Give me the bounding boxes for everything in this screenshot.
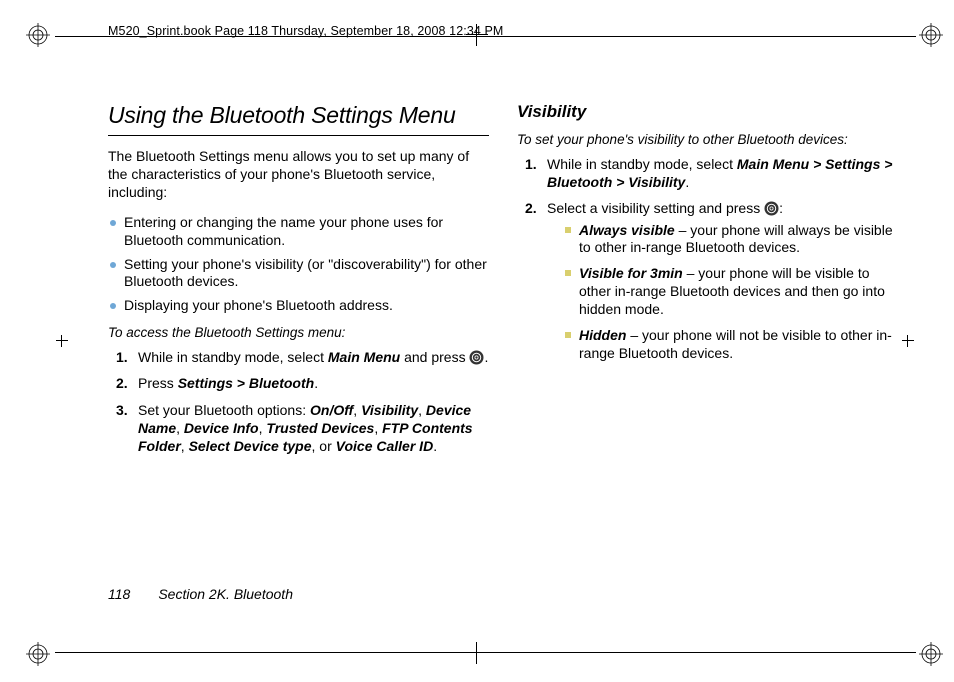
visibility-options: Always visible – your phone will always … xyxy=(565,222,898,363)
step-item: While in standby mode, select Main Menu … xyxy=(116,348,489,366)
step-item: Set your Bluetooth options: On/Off, Visi… xyxy=(116,401,489,456)
option-name: Always visible xyxy=(579,222,675,238)
tick-mark-icon xyxy=(902,335,914,347)
ui-option: Device Info xyxy=(184,420,259,436)
step-text: . xyxy=(484,349,488,365)
page-content: Using the Bluetooth Settings Menu The Bl… xyxy=(108,92,898,602)
book-header: M520_Sprint.book Page 118 Thursday, Sept… xyxy=(108,24,503,38)
page-number: 118 xyxy=(108,586,130,602)
tick-mark-icon xyxy=(56,335,68,347)
option-item: Hidden – your phone will not be visible … xyxy=(565,327,898,363)
left-column: Using the Bluetooth Settings Menu The Bl… xyxy=(108,92,489,465)
intro-paragraph: The Bluetooth Settings menu allows you t… xyxy=(108,148,489,202)
option-desc: – your phone will not be visible to othe… xyxy=(579,327,892,361)
ui-option: Select Device type xyxy=(189,438,312,454)
step-text: . xyxy=(685,174,689,190)
step-text: : xyxy=(779,200,783,216)
bullet-item: Setting your phone's visibility (or "dis… xyxy=(108,256,489,292)
steps-list: While in standby mode, select Main Menu … xyxy=(525,155,898,363)
registration-mark-icon xyxy=(919,23,943,47)
registration-mark-icon xyxy=(26,642,50,666)
step-text: and press xyxy=(400,349,469,365)
steps-list: While in standby mode, select Main Menu … xyxy=(116,348,489,455)
step-item: Select a visibility setting and press : … xyxy=(525,199,898,363)
ui-option: On/Off xyxy=(310,402,353,418)
registration-mark-icon xyxy=(26,23,50,47)
step-item: While in standby mode, select Main Menu … xyxy=(525,155,898,191)
registration-mark-icon xyxy=(919,642,943,666)
ok-button-icon xyxy=(764,201,779,216)
feature-bullets: Entering or changing the name your phone… xyxy=(108,214,489,316)
ui-option: Trusted Devices xyxy=(266,420,374,436)
step-item: Press Settings > Bluetooth. xyxy=(116,374,489,392)
option-name: Visible for 3min xyxy=(579,265,683,281)
page-footer: 118 Section 2K. Bluetooth xyxy=(108,586,293,602)
option-item: Visible for 3min – your phone will be vi… xyxy=(565,265,898,319)
section-label: Section 2K. Bluetooth xyxy=(158,586,293,602)
step-text: Set your Bluetooth options: xyxy=(138,402,310,418)
step-text: , or xyxy=(312,438,336,454)
step-text: While in standby mode, select xyxy=(547,156,737,172)
option-item: Always visible – your phone will always … xyxy=(565,222,898,258)
subsection-title: Visibility xyxy=(517,102,898,122)
section-title: Using the Bluetooth Settings Menu xyxy=(108,102,489,136)
ui-option: Voice Caller ID xyxy=(336,438,434,454)
step-text: Press xyxy=(138,375,178,391)
ok-button-icon xyxy=(469,350,484,365)
ui-option: Visibility xyxy=(361,402,418,418)
step-text: While in standby mode, select xyxy=(138,349,328,365)
option-name: Hidden xyxy=(579,327,626,343)
step-text: . xyxy=(433,438,437,454)
ui-path: Settings > Bluetooth xyxy=(178,375,315,391)
bullet-item: Displaying your phone's Bluetooth addres… xyxy=(108,297,489,315)
right-column: Visibility To set your phone's visibilit… xyxy=(517,92,898,465)
ui-path: Main Menu xyxy=(328,349,400,365)
step-text: . xyxy=(314,375,318,391)
step-text: Select a visibility setting and press xyxy=(547,200,764,216)
lead-in: To access the Bluetooth Settings menu: xyxy=(108,325,489,340)
lead-in: To set your phone's visibility to other … xyxy=(517,132,898,147)
crosshair-icon xyxy=(466,642,488,664)
bullet-item: Entering or changing the name your phone… xyxy=(108,214,489,250)
